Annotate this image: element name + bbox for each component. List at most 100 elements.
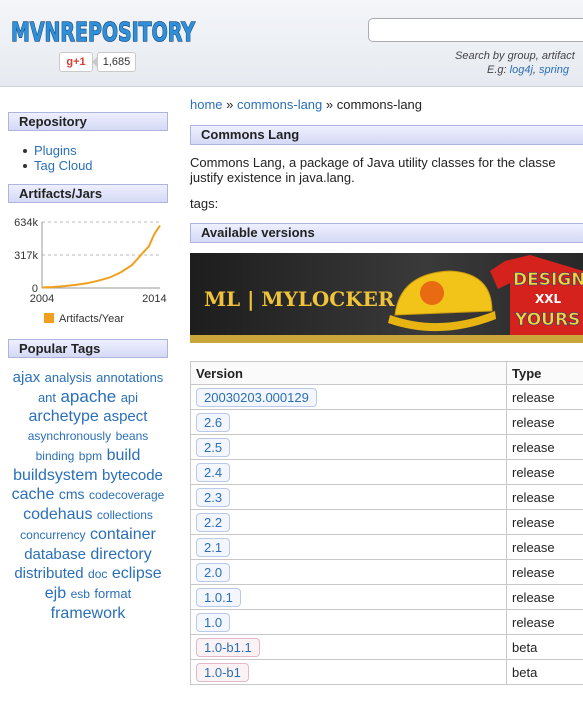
version-link[interactable]: 1.0	[196, 612, 231, 632]
available-versions-title: Available versions	[190, 223, 583, 243]
tag-link[interactable]: beans	[116, 429, 149, 443]
version-link[interactable]: 1.0.1	[196, 587, 241, 607]
table-row: 1.0 release	[190, 609, 583, 635]
breadcrumb-home-link[interactable]: home	[190, 97, 223, 112]
artifacts-chart: 634k317k0 2004 2014 Artifacts/Year	[14, 217, 166, 325]
tag-link[interactable]: doc	[88, 567, 107, 581]
google-plus-button[interactable]: g+1	[59, 52, 93, 72]
tag-link[interactable]: ant	[38, 390, 56, 405]
chart-y-ticks: 634k317k0	[14, 217, 38, 295]
type-cell: beta	[506, 659, 583, 685]
chart-legend-label: Artifacts/Year	[59, 313, 124, 325]
tag-link[interactable]: directory	[90, 546, 151, 563]
tag-link[interactable]: cms	[59, 486, 85, 502]
table-row: 2.6 release	[190, 409, 583, 435]
banner-artwork: DESIGN XXL YOURS	[388, 255, 583, 343]
table-row: 2.5 release	[190, 434, 583, 460]
tag-link[interactable]: analysis	[45, 370, 92, 385]
type-cell: release	[506, 459, 583, 485]
version-link[interactable]: 2.0	[196, 562, 231, 582]
tag-link[interactable]: apache	[60, 387, 116, 406]
plugins-link[interactable]: Plugins	[23, 143, 93, 158]
version-link[interactable]: 2.2	[196, 512, 231, 532]
type-cell: release	[506, 609, 583, 635]
tag-link[interactable]: cache	[12, 486, 55, 503]
tag-link[interactable]: bytecode	[102, 467, 163, 484]
repository-section-title: Repository	[8, 112, 168, 131]
logo-text: MVNREPOSITORY	[11, 18, 196, 47]
google-plus-label: +1	[73, 56, 86, 68]
type-cell: release	[506, 584, 583, 610]
version-link[interactable]: 2.3	[196, 487, 231, 507]
table-row: 1.0.1 release	[190, 584, 583, 610]
version-link[interactable]: 2.6	[196, 412, 231, 432]
breadcrumb-separator: »	[325, 97, 334, 112]
version-cell: 1.0.1	[190, 584, 507, 610]
version-link[interactable]: 2.5	[196, 437, 231, 457]
type-column-header: Type	[506, 361, 583, 385]
table-row: 1.0-b1.1 beta	[190, 634, 583, 660]
breadcrumb-separator: »	[226, 97, 234, 112]
chart-x-tick-label: 2004	[30, 293, 54, 305]
tag-link[interactable]: archetype	[29, 408, 99, 425]
tag-link[interactable]: buildsystem	[13, 467, 97, 484]
type-cell: release	[506, 484, 583, 510]
tag-link[interactable]: binding	[36, 449, 75, 463]
tag-link[interactable]: database	[24, 546, 86, 563]
version-cell: 1.0	[190, 609, 507, 635]
version-cell: 1.0-b1.1	[190, 634, 507, 660]
version-link[interactable]: 1.0-b1.1	[196, 637, 260, 657]
table-row: 1.0-b1 beta	[190, 659, 583, 685]
version-cell: 2.0	[190, 559, 507, 585]
tag-link[interactable]: container	[90, 526, 156, 543]
chart-y-tick-label: 634k	[14, 217, 38, 229]
tag-link[interactable]: ejb	[45, 585, 66, 602]
tag-link[interactable]: bpm	[79, 449, 102, 463]
tags-label: tags:	[190, 196, 219, 211]
search-input[interactable]	[368, 18, 583, 42]
version-link[interactable]: 2.4	[196, 462, 231, 482]
versions-table-header: Version Type	[190, 361, 583, 385]
table-row: 2.0 release	[190, 559, 583, 585]
tag-link[interactable]: asynchronously	[28, 429, 111, 443]
type-cell: beta	[506, 634, 583, 660]
tag-link[interactable]: aspect	[103, 408, 147, 425]
version-cell: 2.3	[190, 484, 507, 510]
version-link[interactable]: 2.1	[196, 537, 231, 557]
tag-link[interactable]: distributed	[14, 565, 83, 582]
tag-link[interactable]: ajax	[13, 369, 41, 386]
search-hint: Search by group, artifact	[455, 50, 575, 62]
tag-link[interactable]: codehaus	[23, 506, 92, 523]
type-cell: release	[506, 534, 583, 560]
type-cell: release	[506, 384, 583, 410]
search-example-spring-link[interactable]: spring	[539, 64, 569, 76]
breadcrumb-group-link[interactable]: commons-lang	[237, 97, 322, 112]
version-link[interactable]: 20030203.000129	[196, 387, 317, 407]
version-cell: 2.4	[190, 459, 507, 485]
table-row: 2.3 release	[190, 484, 583, 510]
banner-logo: ML | MYLOCKER	[204, 287, 395, 311]
type-cell: release	[506, 434, 583, 460]
tag-link[interactable]: annotations	[96, 370, 163, 385]
banner-art-text-yours: YOURS	[514, 310, 580, 330]
description-line-2: justify existence in java.lang.	[190, 170, 355, 185]
tag-link[interactable]: eclipse	[112, 565, 162, 582]
tag-link[interactable]: concurrency	[20, 528, 85, 542]
search-example-log4j-link[interactable]: log4j	[510, 64, 533, 76]
version-cell: 2.1	[190, 534, 507, 560]
version-column-header: Version	[190, 361, 507, 385]
version-cell: 1.0-b1	[190, 659, 507, 685]
tag-link[interactable]: api	[121, 390, 138, 405]
tag-link[interactable]: framework	[51, 605, 126, 622]
site-logo[interactable]: MVNREPOSITORY	[9, 13, 199, 47]
tag-link[interactable]: collections	[97, 508, 153, 522]
table-row: 20030203.000129 release	[190, 384, 583, 410]
tag-link[interactable]: codecoverage	[89, 488, 164, 502]
tag-link[interactable]: build	[107, 447, 141, 464]
type-cell: release	[506, 509, 583, 535]
tag-cloud-link[interactable]: Tag Cloud	[23, 158, 93, 173]
tag-link[interactable]: esb	[71, 587, 90, 601]
version-link[interactable]: 1.0-b1	[196, 662, 249, 682]
advertisement-banner[interactable]: ML | MYLOCKER DESIGN XXL YOURS	[190, 253, 583, 343]
tag-link[interactable]: format	[94, 586, 131, 601]
